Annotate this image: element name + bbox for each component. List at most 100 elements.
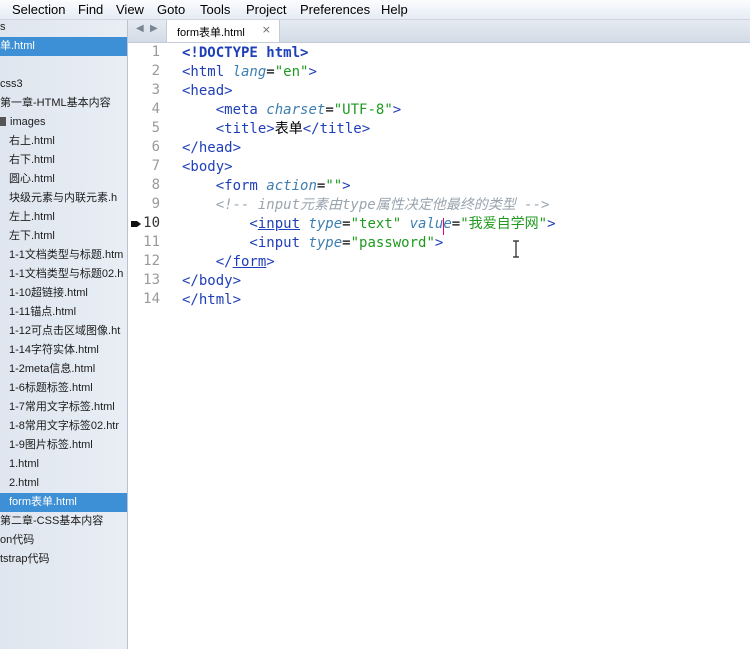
sidebar-item[interactable]: on代码 <box>0 531 127 550</box>
code-token: "" <box>325 178 343 194</box>
code-token: <!DOCTYPE html> <box>182 45 309 61</box>
tab-nav-forward-icon[interactable]: ▶ <box>150 23 158 34</box>
sidebar-item[interactable]: 1-12可点击区域图像.ht <box>0 322 127 341</box>
tab-label: form表单.html <box>177 27 245 39</box>
sidebar-item[interactable]: 1-10超链接.html <box>0 284 127 303</box>
sidebar-item[interactable]: 右下.html <box>0 151 127 170</box>
code-token: > <box>392 102 402 118</box>
sidebar-item[interactable]: 2.html <box>0 474 127 493</box>
sidebar-item[interactable]: 第二章-CSS基本内容 <box>0 512 127 531</box>
code-token: <form <box>182 178 267 194</box>
sidebar-folder[interactable]: images <box>0 113 127 132</box>
sidebar-item[interactable]: 1-9图片标签.html <box>0 436 127 455</box>
sidebar-item[interactable] <box>0 56 127 75</box>
sidebar-item[interactable]: 圆心.html <box>0 170 127 189</box>
sidebar-item-label: images <box>10 116 46 128</box>
menu-item-project[interactable]: Project <box>246 2 286 17</box>
sidebar-item[interactable]: 第一章-HTML基本内容 <box>0 94 127 113</box>
line-number: 14 <box>143 291 160 307</box>
sidebar-item[interactable]: tstrap代码 <box>0 550 127 569</box>
sidebar-item[interactable]: 1-7常用文字标签.html <box>0 398 127 417</box>
code-line: <meta charset="UTF-8"> <box>182 101 402 120</box>
sidebar-file-tree[interactable]: s 单.html css3 第一章-HTML基本内容 images 右上.html 右下.h… <box>0 20 128 649</box>
code-token: lang <box>232 64 267 80</box>
sidebar-item[interactable]: 左下.html <box>0 227 127 246</box>
sidebar-item-label: 1-6标题标签.html <box>9 382 93 394</box>
code-token: <html <box>182 64 233 80</box>
sidebar-item[interactable]: 1-6标题标签.html <box>0 379 127 398</box>
sidebar-item-label: 块级元素与内联元素.h <box>9 192 118 204</box>
code-line: <head> <box>182 82 233 101</box>
code-token: </title> <box>302 121 371 137</box>
code-token: </head> <box>182 140 242 156</box>
close-icon[interactable]: × <box>262 23 271 36</box>
code-line: <input type="text" value="我爱自学网"> <box>182 215 556 234</box>
menu-item-view[interactable]: View <box>116 2 144 17</box>
line-number: 7 <box>151 158 160 174</box>
code-line: <!-- input元素由type属性决定他最终的类型 --> <box>182 196 550 215</box>
code-token: > <box>547 216 556 232</box>
sidebar-item-label: s <box>0 21 6 33</box>
sidebar-item[interactable]: form表单.html <box>0 493 127 512</box>
sidebar-item-label: 1.html <box>9 458 39 470</box>
code-token: = <box>325 102 334 118</box>
line-number: 6 <box>151 139 160 155</box>
code-line: <input type="password"> <box>182 234 443 253</box>
code-token: <!-- input元素由type属性决定他最终的类型 --> <box>182 197 550 213</box>
code-token: "password" <box>350 235 435 251</box>
menu-item-selection[interactable]: Selection <box>12 2 65 17</box>
sidebar-item[interactable]: 1-8常用文字标签02.htr <box>0 417 127 436</box>
code-token: "text" <box>350 216 402 232</box>
sidebar-item-label: tstrap代码 <box>0 553 50 565</box>
code-token: <title> <box>182 121 275 137</box>
sidebar-item[interactable]: 1-1文档类型与标题.htm <box>0 246 127 265</box>
sidebar-item-label: 右上.html <box>9 135 55 147</box>
code-line: </form> <box>182 253 275 272</box>
sidebar-item[interactable]: 1-2meta信息.html <box>0 360 127 379</box>
sidebar-item[interactable]: 1.html <box>0 455 127 474</box>
code-line: <!DOCTYPE html> <box>182 44 308 63</box>
menu-item-preferences[interactable]: Preferences <box>300 2 370 17</box>
sidebar-item[interactable]: 1-1文档类型与标题02.h <box>0 265 127 284</box>
sidebar-item-label: 1-1文档类型与标题02.h <box>9 268 124 280</box>
sidebar-item-label: css3 <box>0 78 23 90</box>
sidebar-item-label: 1-7常用文字标签.html <box>9 401 115 413</box>
bookmark-icon <box>131 221 141 227</box>
code-token: type <box>308 216 343 232</box>
sidebar-item[interactable]: 块级元素与内联元素.h <box>0 189 127 208</box>
code-token: form <box>232 254 267 270</box>
menu-item-help[interactable]: Help <box>381 2 408 17</box>
code-token: = <box>266 64 275 80</box>
code-token: <head> <box>182 83 233 99</box>
sidebar-item-label: 1-9图片标签.html <box>9 439 93 451</box>
code-token: > <box>434 235 444 251</box>
code-line: </html> <box>182 291 241 310</box>
sidebar-item-label: 左上.html <box>9 211 55 223</box>
code-token: <meta <box>182 102 267 118</box>
sidebar-item-label: form表单.html <box>9 496 77 508</box>
line-number: 5 <box>151 120 160 136</box>
sidebar-item-label: on代码 <box>0 534 35 546</box>
tab-bar: ◀ ▶ form表单.html × <box>128 20 750 43</box>
code-token: input <box>257 216 301 232</box>
sidebar-item[interactable]: 左上.html <box>0 208 127 227</box>
code-token: value <box>409 216 452 232</box>
code-line: </head> <box>182 139 241 158</box>
code-line: <form action=""> <box>182 177 351 196</box>
sidebar-item[interactable]: 右上.html <box>0 132 127 151</box>
menu-item-find[interactable]: Find <box>78 2 103 17</box>
tab-form-html[interactable]: form表单.html × <box>166 20 280 42</box>
menu-item-goto[interactable]: Goto <box>157 2 185 17</box>
sidebar-item[interactable]: 单.html <box>0 37 127 56</box>
line-number: 13 <box>143 272 160 288</box>
line-number: 2 <box>151 63 160 79</box>
sidebar-item-label: 1-10超链接.html <box>9 287 88 299</box>
menu-item-tools[interactable]: Tools <box>200 2 230 17</box>
sidebar-item[interactable]: 1-11锚点.html <box>0 303 127 322</box>
sidebar-item[interactable]: s <box>0 20 127 37</box>
code-token: <input <box>182 235 309 251</box>
line-number: 4 <box>151 101 160 117</box>
sidebar-item[interactable]: 1-14字符实体.html <box>0 341 127 360</box>
tab-nav-back-icon[interactable]: ◀ <box>136 23 144 34</box>
sidebar-item[interactable]: css3 <box>0 75 127 94</box>
